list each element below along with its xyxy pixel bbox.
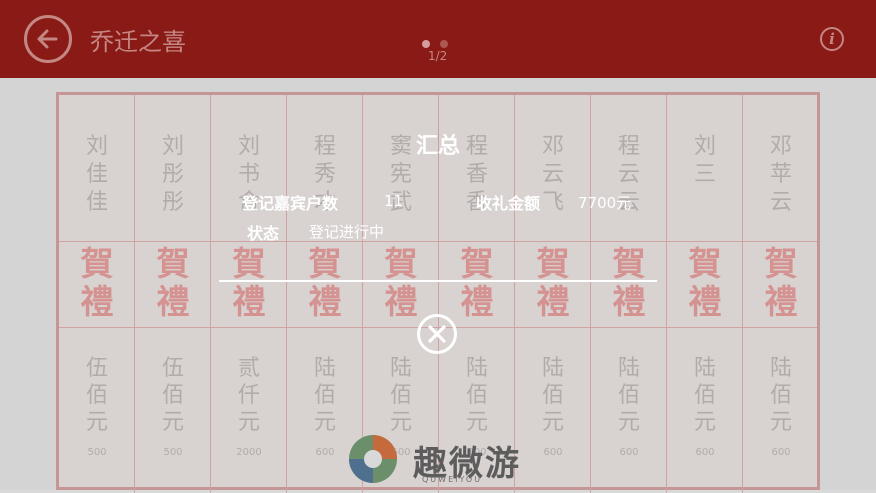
watermark-logo-icon — [349, 435, 397, 483]
total-amount-label: 收礼金额 — [476, 194, 541, 213]
modal-overlay — [0, 0, 876, 490]
summary-divider — [219, 280, 657, 282]
status-label: 状态 — [247, 224, 280, 243]
close-button[interactable] — [417, 314, 457, 354]
guest-count-label: 登记嘉宾户数 — [242, 194, 339, 213]
watermark-subtext: QUWEIYOU — [422, 475, 483, 484]
close-circle-icon — [428, 325, 446, 343]
summary-title: 汇总 — [415, 134, 460, 159]
total-amount-value: 7700元 — [578, 194, 632, 212]
status-value: 登记进行中 — [309, 223, 385, 241]
guest-count-value: 11 — [384, 192, 404, 210]
